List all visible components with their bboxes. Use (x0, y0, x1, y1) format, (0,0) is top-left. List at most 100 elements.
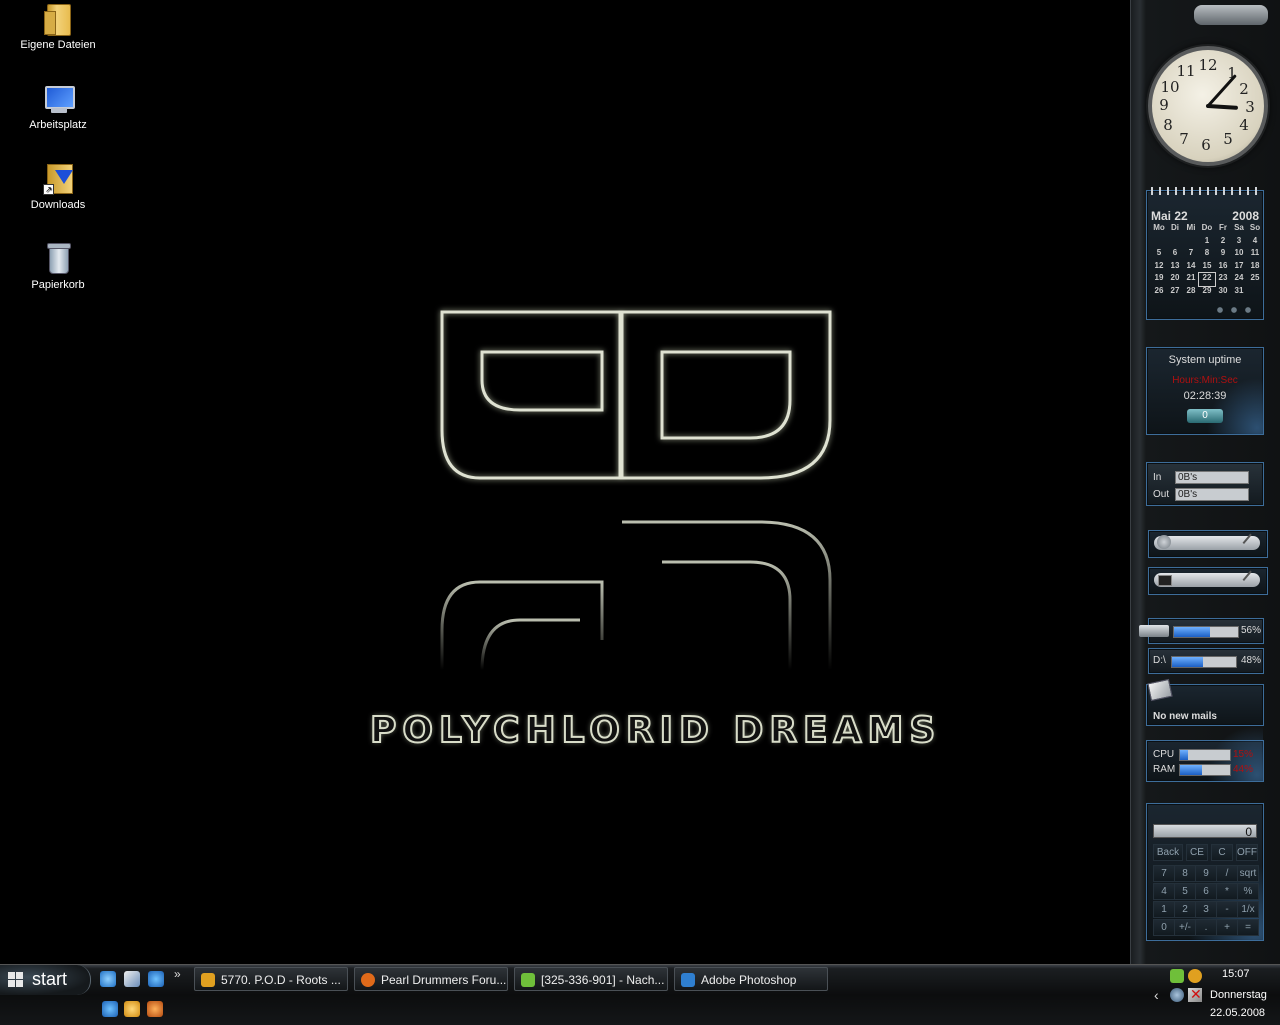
calc-button[interactable]: * (1216, 883, 1238, 900)
calc-button[interactable]: 1 (1153, 901, 1175, 918)
calendar-day[interactable]: 10 (1231, 248, 1247, 261)
calc-button[interactable]: 0 (1153, 919, 1175, 936)
calendar-day[interactable]: 26 (1151, 286, 1167, 299)
calendar-day[interactable]: 17 (1231, 261, 1247, 274)
calc-button[interactable]: % (1237, 883, 1259, 900)
calendar-day[interactable]: 28 (1183, 286, 1199, 299)
calendar-day[interactable]: 20 (1167, 273, 1183, 286)
sidebar-header-button[interactable] (1194, 5, 1268, 25)
internet-explorer-icon[interactable] (148, 971, 164, 987)
calc-button[interactable]: 5 (1174, 883, 1196, 900)
calendar-day[interactable]: 25 (1247, 273, 1263, 286)
calendar-day[interactable]: 16 (1215, 261, 1231, 274)
calendar-day[interactable]: 1 (1199, 236, 1215, 249)
task-firefox[interactable]: Pearl Drummers Foru... (354, 967, 508, 991)
calc-button[interactable]: 6 (1195, 883, 1217, 900)
network-tray-icon[interactable]: ✕ (1188, 986, 1202, 1002)
start-label: start (32, 969, 68, 989)
calendar-day[interactable]: 8 (1199, 248, 1215, 261)
firefox-icon[interactable] (147, 1001, 163, 1017)
tray-expand-arrow[interactable]: ‹ (1154, 987, 1159, 1003)
calendar-day[interactable]: 6 (1167, 248, 1183, 261)
calc-button[interactable]: CE (1186, 844, 1208, 861)
notepad-icon[interactable] (124, 971, 140, 987)
calendar-day[interactable]: 13 (1167, 261, 1183, 274)
calendar-day[interactable]: 31 (1231, 286, 1247, 299)
calc-button[interactable]: / (1216, 865, 1238, 882)
desktop-icon-arbeitsplatz[interactable]: Arbeitsplatz (14, 82, 102, 131)
calc-button[interactable]: 8 (1174, 865, 1196, 882)
calendar-day[interactable]: 14 (1183, 261, 1199, 274)
uptime-value: 02:28:39 (1183, 390, 1227, 402)
calendar-day[interactable]: 22 (1198, 272, 1216, 287)
calendar-day[interactable]: 19 (1151, 273, 1167, 286)
calendar-day[interactable]: 21 (1183, 273, 1199, 286)
calendar-week: 1234 (1151, 236, 1263, 249)
calc-button[interactable]: . (1195, 919, 1217, 936)
calendar-day[interactable]: 2 (1215, 236, 1231, 249)
calendar-day[interactable]: 4 (1247, 236, 1263, 249)
uptime-reset-button[interactable]: 0 (1187, 409, 1223, 423)
settings-tray-icon[interactable] (1170, 988, 1184, 1002)
calendar-day[interactable]: 30 (1215, 286, 1231, 299)
calendar-day[interactable]: 29 (1199, 286, 1215, 299)
quicklaunch-chevron[interactable]: » (174, 967, 181, 981)
calendar-day[interactable]: 18 (1247, 261, 1263, 274)
calendar-day[interactable]: 27 (1167, 286, 1183, 299)
calc-button[interactable]: 3 (1195, 901, 1217, 918)
calc-button[interactable]: + (1216, 919, 1238, 936)
calc-button[interactable]: 9 (1195, 865, 1217, 882)
calc-button[interactable]: OFF (1236, 844, 1258, 861)
calendar-gadget[interactable]: Mai 22 2008 Mo Di Mi Do Fr Sa So 1234567… (1146, 187, 1264, 320)
calc-button[interactable]: 4 (1153, 883, 1175, 900)
calendar-day[interactable] (1183, 236, 1199, 249)
calendar-day[interactable]: 11 (1247, 248, 1263, 261)
calc-button[interactable]: 7 (1153, 865, 1175, 882)
task-winamp[interactable]: 5770. P.O.D - Roots ... (194, 967, 348, 991)
calc-button[interactable]: 1/x (1237, 901, 1259, 918)
ram-percent: 44% (1233, 764, 1254, 775)
calendar-nav-icon[interactable] (1213, 305, 1257, 315)
calc-button[interactable]: 2 (1174, 901, 1196, 918)
winamp-tray-icon[interactable] (1188, 969, 1202, 983)
calendar-day[interactable]: 24 (1231, 273, 1247, 286)
clock-gadget[interactable]: 12 1 2 3 4 5 6 7 8 9 10 11 (1148, 46, 1268, 166)
task-icq[interactable]: [325-336-901] - Nach... (514, 967, 668, 991)
mail-gadget[interactable]: No new mails (1146, 678, 1264, 726)
task-photoshop[interactable]: Adobe Photoshop (674, 967, 828, 991)
calendar-day[interactable]: 5 (1151, 248, 1167, 261)
drive-d-bar (1171, 656, 1237, 668)
calendar-day[interactable] (1151, 236, 1167, 249)
desktop-icon-label: Papierkorb (31, 279, 85, 291)
internet-explorer-icon[interactable] (102, 1001, 118, 1017)
calc-button[interactable]: = (1237, 919, 1259, 936)
calendar-day[interactable]: 9 (1215, 248, 1231, 261)
desktop-icon-label: Eigene Dateien (20, 39, 96, 51)
ram-label: RAM (1153, 764, 1176, 775)
calendar-day[interactable]: 3 (1231, 236, 1247, 249)
desktop-icon-papierkorb[interactable]: Papierkorb (14, 242, 102, 291)
show-desktop-icon[interactable] (100, 971, 116, 987)
drive-c-bar (1173, 626, 1239, 638)
calendar-day[interactable]: 12 (1151, 261, 1167, 274)
calendar-day[interactable]: 23 (1215, 273, 1231, 286)
outlook-express-icon[interactable] (124, 1001, 140, 1017)
calc-button[interactable]: +/- (1174, 919, 1196, 936)
tray-time[interactable]: 15:07 (1222, 968, 1250, 980)
desktop-icon-downloads[interactable]: ↗ Downloads (14, 162, 102, 211)
calendar-day[interactable]: 15 (1199, 261, 1215, 274)
network-in-value: 0B's (1175, 471, 1249, 484)
icq-tray-icon[interactable] (1170, 969, 1184, 983)
calendar-day[interactable] (1247, 286, 1263, 299)
drive-gadget-d: D:\ 48% (1148, 648, 1264, 674)
calendar-day[interactable] (1167, 236, 1183, 249)
icq-icon (521, 973, 535, 987)
calc-button[interactable]: C (1211, 844, 1233, 861)
search-gadget-1 (1148, 530, 1268, 558)
calc-button[interactable]: Back (1153, 844, 1183, 861)
desktop-icon-eigene-dateien[interactable]: Eigene Dateien (14, 2, 102, 51)
start-button[interactable]: start (0, 965, 91, 995)
calc-button[interactable]: - (1216, 901, 1238, 918)
calendar-day[interactable]: 7 (1183, 248, 1199, 261)
calc-button[interactable]: sqrt (1237, 865, 1259, 882)
